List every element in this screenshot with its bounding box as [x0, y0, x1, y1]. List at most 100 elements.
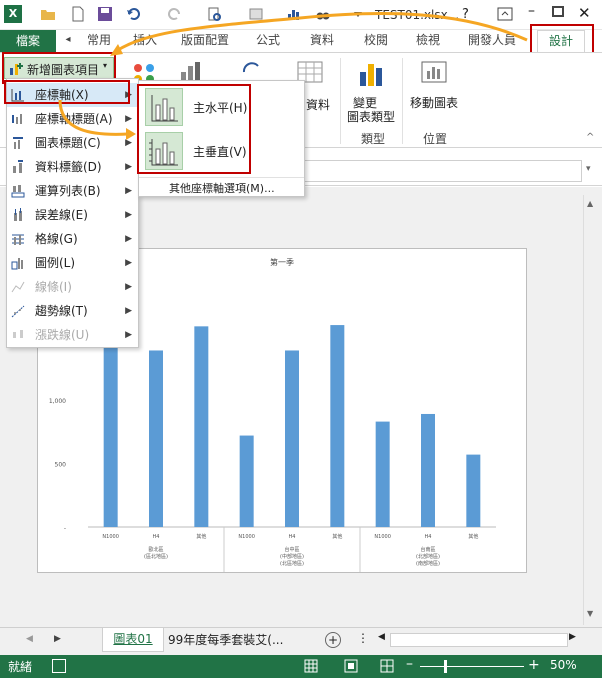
submenu-divider [139, 177, 304, 178]
save-icon[interactable] [97, 6, 113, 22]
redo-icon[interactable] [166, 6, 182, 22]
close-icon[interactable]: ✕ [578, 4, 591, 22]
tab-insert[interactable]: 插入 [122, 30, 168, 52]
menu-item-legend[interactable]: 圖例(L) ▶ [7, 251, 138, 275]
new-file-icon[interactable] [70, 6, 86, 22]
submenu-arrow-icon: ▶ [125, 162, 132, 172]
menu-item-gridlines[interactable]: 格線(G) ▶ [7, 227, 138, 251]
x-group-sublabel: (北部地區) [416, 553, 440, 560]
data-table-icon [11, 185, 25, 198]
tab-scroll-left-icon[interactable]: ◂ [62, 30, 74, 52]
sheet-tab-data[interactable]: 99年度每季套裝艾(... [168, 631, 316, 648]
tab-prev-icon[interactable]: ◀ [26, 634, 33, 644]
page-layout-icon[interactable] [344, 659, 358, 673]
move-chart-label[interactable]: 移動圖表 [410, 94, 458, 111]
minimize-icon[interactable]: – [528, 3, 535, 19]
menu-item-data-labels[interactable]: 資料標籤(D) ▶ [7, 155, 138, 179]
submenu-arrow-icon: ▶ [125, 282, 132, 292]
collapse-ribbon-icon[interactable]: ^ [586, 132, 594, 143]
maximize-icon[interactable] [552, 6, 564, 17]
hscroll-right-icon[interactable]: ▶ [569, 632, 576, 642]
change-chart-type-icon[interactable] [356, 60, 386, 88]
ribbon-separator [402, 58, 403, 144]
menu-item-error-bars[interactable]: 誤差線(E) ▶ [7, 203, 138, 227]
screenshot-icon[interactable] [248, 6, 264, 22]
chart-bar[interactable] [285, 350, 299, 527]
menu-item-label: 圖表標題(C) [35, 136, 101, 150]
x-tick-label: H4 [425, 534, 432, 540]
chart-bar[interactable] [466, 454, 481, 527]
y-tick-label: - [64, 525, 66, 532]
ribbon-display-icon[interactable] [497, 7, 513, 21]
zoom-level[interactable]: 50% [550, 658, 577, 672]
macro-record-icon[interactable] [52, 659, 66, 673]
x-tick-label: H4 [289, 534, 296, 540]
horizontal-scrollbar[interactable] [390, 633, 568, 647]
submenu-arrow-icon: ▶ [125, 210, 132, 220]
zoom-in-icon[interactable]: + [528, 657, 540, 673]
trendline-icon [11, 305, 25, 318]
x-group-sublabel: (南部地區) [416, 560, 440, 567]
tab-data[interactable]: 資料 [302, 30, 342, 52]
group-type-label: 類型 [361, 132, 386, 146]
window-title: TEST01.xlsx... [375, 8, 460, 22]
zoom-slider-thumb[interactable] [444, 660, 447, 673]
menu-item-trendline[interactable]: 趨勢線(T) ▶ [7, 299, 138, 323]
tab-formulas[interactable]: 公式 [248, 30, 288, 52]
chart-bar[interactable] [194, 326, 209, 527]
undo-icon[interactable] [126, 6, 142, 22]
x-group-sublabel: (中部地區) [280, 553, 304, 560]
group-location-label: 位置 [423, 132, 448, 146]
sheet-tab-chart01[interactable]: 圖表01 [102, 628, 164, 652]
more-axis-options[interactable]: 其他座標軸選項(M)... [169, 180, 275, 196]
find-binoculars-icon[interactable] [315, 6, 331, 22]
qat-customize-icon[interactable] [350, 6, 366, 22]
tab-next-icon[interactable]: ▶ [54, 634, 61, 644]
menu-item-lines: 線條(I) ▶ [7, 275, 138, 299]
tab-page-layout[interactable]: 版面配置 [172, 30, 238, 52]
vertical-scrollbar[interactable]: ▲ ▼ [583, 195, 599, 625]
zoom-slider[interactable] [420, 666, 524, 667]
tab-home[interactable]: 常用 [76, 30, 122, 52]
open-folder-icon[interactable] [40, 6, 56, 22]
scroll-up-icon[interactable]: ▲ [587, 199, 593, 208]
tab-developer[interactable]: 開發人員 [460, 30, 524, 52]
chart-bar[interactable] [330, 325, 345, 527]
tab-file[interactable]: 檔案 [0, 30, 56, 52]
legend-icon [11, 258, 23, 270]
tab-view[interactable]: 檢視 [408, 30, 448, 52]
menu-item-axis-titles[interactable]: 座標軸標題(A) ▶ [7, 107, 138, 131]
tab-split-icon[interactable]: ⋮ [357, 631, 369, 645]
change-type-label-2[interactable]: 圖表類型 [347, 108, 395, 125]
status-ready: 就緒 [8, 660, 33, 674]
add-sheet-icon[interactable]: + [325, 632, 341, 648]
select-data-label[interactable]: 資料 [306, 96, 330, 113]
help-icon[interactable]: ? [462, 7, 469, 22]
zoom-out-icon[interactable]: – [406, 656, 413, 672]
chart-icon[interactable] [286, 6, 302, 22]
chart-bar[interactable] [149, 350, 163, 527]
menu-item-label: 資料標籤(D) [35, 160, 102, 174]
y-tick-label: 500 [55, 462, 67, 469]
error-bars-icon [14, 208, 22, 221]
menu-item-data-table[interactable]: 運算列表(B) ▶ [7, 179, 138, 203]
menu-item-label: 運算列表(B) [35, 184, 101, 198]
data-labels-icon [13, 160, 23, 173]
print-preview-icon[interactable] [206, 6, 222, 22]
hscroll-left-icon[interactable]: ◀ [378, 632, 385, 642]
chart-bar[interactable] [239, 435, 254, 527]
expand-formula-icon[interactable]: ▾ [586, 164, 591, 174]
x-group-sublabel: (北區地區) [280, 560, 304, 567]
normal-view-icon[interactable] [304, 659, 318, 673]
menu-item-label: 漲跌線(U) [35, 328, 90, 342]
menu-item-chart-title[interactable]: 圖表標題(C) ▶ [7, 131, 138, 155]
x-tick-label: N1000 [374, 534, 390, 540]
highlight-axes-item [4, 80, 130, 104]
scroll-down-icon[interactable]: ▼ [587, 609, 593, 618]
page-break-icon[interactable] [380, 659, 394, 673]
chart-bar[interactable] [421, 413, 435, 527]
move-chart-icon[interactable] [420, 60, 450, 86]
chart-bar[interactable] [375, 421, 390, 527]
tab-review[interactable]: 校閱 [356, 30, 396, 52]
switch-row-column-icon[interactable] [240, 60, 270, 82]
